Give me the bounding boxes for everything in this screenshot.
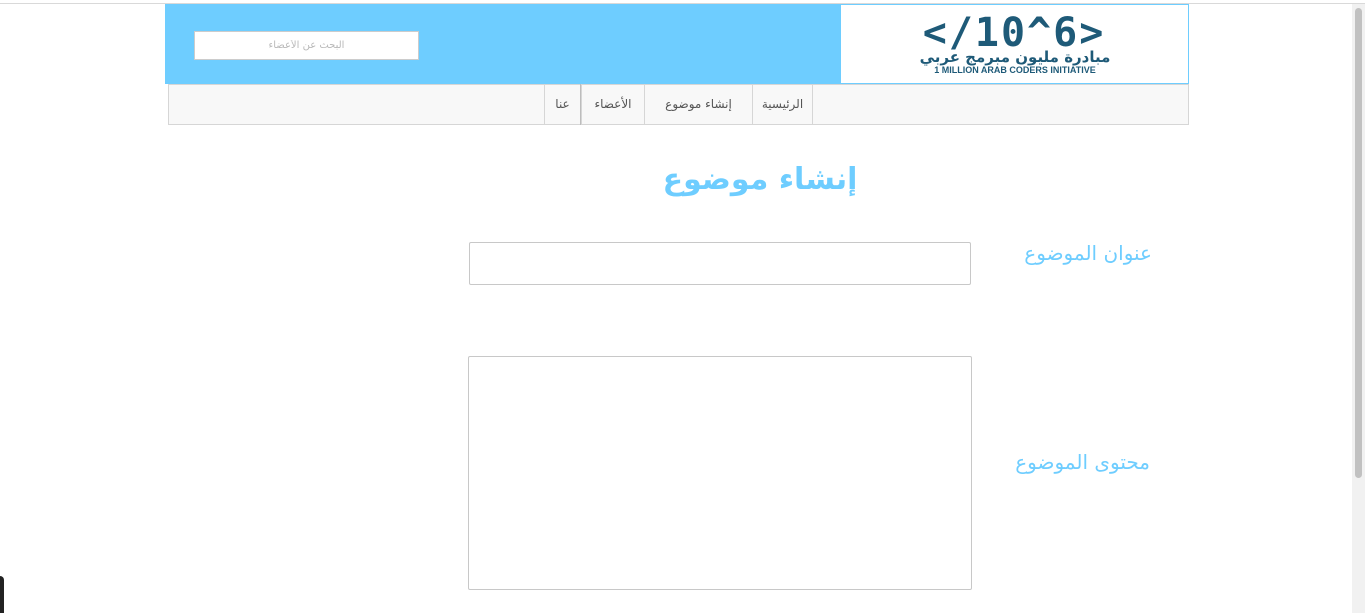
scrollbar-thumb[interactable]: [1355, 8, 1362, 478]
nav-item-about[interactable]: عنا: [544, 84, 581, 125]
page-scrollbar[interactable]: [1352, 4, 1365, 613]
logo-arabic-text: مبادرة مليون مبرمج عربي: [919, 48, 1111, 66]
site-logo[interactable]: </10^6> مبادرة مليون مبرمج عربي 1 MILLIO…: [840, 4, 1189, 84]
topic-content-label: محتوى الموضوع: [1015, 450, 1150, 474]
nav-item-create-topic[interactable]: إنشاء موضوع: [644, 84, 752, 125]
topic-title-input[interactable]: [469, 242, 971, 285]
topic-title-label: عنوان الموضوع: [1024, 241, 1152, 265]
topic-content-textarea[interactable]: [468, 356, 972, 590]
nav-item-members[interactable]: الأعضاء: [581, 84, 644, 125]
logo-english-text: 1 MILLION ARAB CODERS INITIATIVE: [934, 65, 1096, 75]
member-search-input[interactable]: [194, 31, 419, 60]
main-navbar: الرئيسية إنشاء موضوع الأعضاء عنا: [168, 84, 1189, 125]
site-header: </10^6> مبادرة مليون مبرمج عربي 1 MILLIO…: [165, 4, 1189, 84]
window-corner-edge: [0, 576, 4, 613]
nav-item-home[interactable]: الرئيسية: [752, 84, 813, 125]
page-title: إنشاء موضوع: [662, 162, 858, 197]
